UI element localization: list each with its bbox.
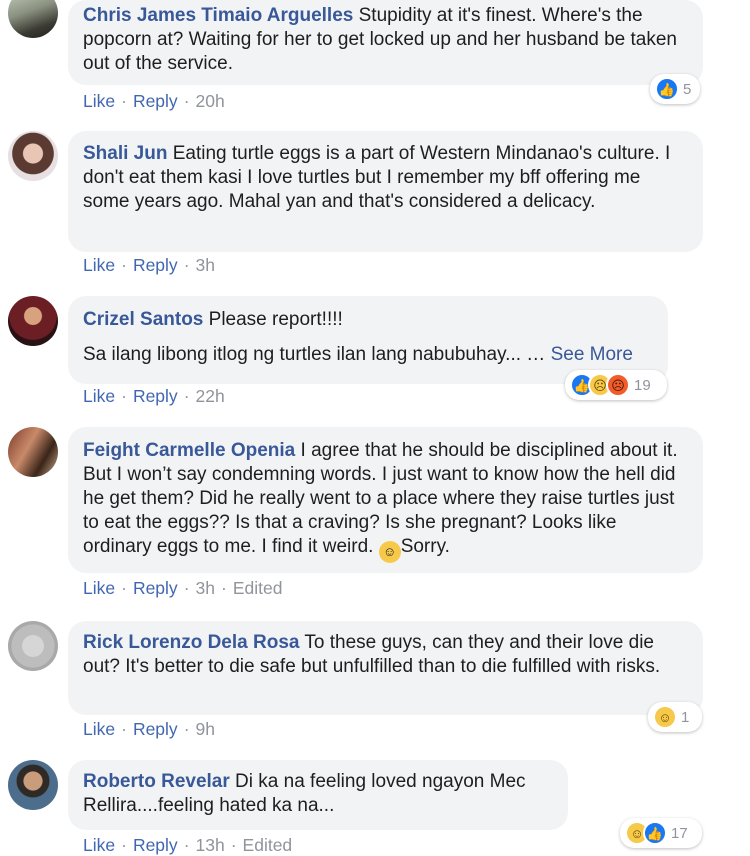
separator: · bbox=[121, 578, 127, 598]
comment-author[interactable]: Roberto Revelar bbox=[83, 771, 230, 792]
timestamp[interactable]: 13h bbox=[196, 835, 225, 855]
reaction-count: 5 bbox=[683, 80, 692, 98]
timestamp[interactable]: 22h bbox=[196, 386, 225, 406]
see-more-link[interactable]: See More bbox=[551, 344, 633, 365]
comment-bubble: Shali Jun Eating turtle eggs is a part o… bbox=[68, 131, 703, 252]
avatar[interactable] bbox=[8, 0, 58, 38]
comment-text: Eating turtle eggs is a part of Western … bbox=[83, 143, 671, 212]
comment-bubble: Chris James Timaio Arguelles Stupidity a… bbox=[68, 0, 703, 85]
separator: · bbox=[183, 386, 190, 406]
comment-text: Sa ilang libong itlog ng turtles ilan la… bbox=[83, 344, 546, 365]
comment-bubble: Rick Lorenzo Dela Rosa To these guys, ca… bbox=[68, 621, 703, 715]
comment-actions: Like · Reply · 20h bbox=[83, 91, 225, 112]
comment-author[interactable]: Crizel Santos bbox=[83, 309, 203, 330]
reactions-badge[interactable]: ☺ 👍 17 bbox=[620, 818, 702, 848]
separator: · bbox=[183, 91, 190, 111]
reply-button[interactable]: Reply bbox=[133, 719, 178, 739]
comment-author[interactable]: Feight Carmelle Openia bbox=[83, 440, 295, 461]
separator: · bbox=[121, 719, 127, 739]
reply-button[interactable]: Reply bbox=[133, 578, 178, 598]
like-button[interactable]: Like bbox=[83, 578, 115, 598]
screaming-face-icon: ☺ bbox=[378, 541, 401, 563]
avatar[interactable] bbox=[8, 296, 58, 346]
comment-author[interactable]: Shali Jun bbox=[83, 143, 167, 164]
reactions-badge[interactable]: ☺ 1 bbox=[648, 702, 702, 732]
reaction-count: 1 bbox=[681, 708, 690, 726]
reply-button[interactable]: Reply bbox=[133, 91, 178, 111]
timestamp[interactable]: 9h bbox=[196, 719, 215, 739]
separator: · bbox=[121, 255, 127, 275]
edited-label[interactable]: Edited bbox=[233, 578, 283, 598]
comment-actions: Like · Reply · 3h bbox=[83, 255, 215, 276]
reactions-badge[interactable]: 👍 ☹ ☹ 19 bbox=[565, 370, 667, 400]
like-button[interactable]: Like bbox=[83, 835, 115, 855]
like-button[interactable]: Like bbox=[83, 386, 115, 406]
comment-text-line: Sa ilang libong itlog ng turtles ilan la… bbox=[83, 343, 652, 367]
comment-bubble: Feight Carmelle Openia I agree that he s… bbox=[68, 427, 703, 573]
reaction-count: 19 bbox=[634, 376, 651, 394]
reply-button[interactable]: Reply bbox=[133, 255, 178, 275]
avatar[interactable] bbox=[8, 427, 58, 477]
avatar[interactable] bbox=[8, 621, 58, 671]
separator: · bbox=[121, 386, 127, 406]
avatar[interactable] bbox=[8, 131, 58, 181]
laughing-face-icon: ☺ bbox=[653, 705, 677, 729]
like-button[interactable]: Like bbox=[83, 91, 115, 111]
reply-button[interactable]: Reply bbox=[133, 386, 178, 406]
separator: · bbox=[121, 91, 127, 111]
separator: · bbox=[183, 719, 190, 739]
avatar[interactable] bbox=[8, 760, 58, 810]
comment-text: Sorry. bbox=[400, 536, 450, 557]
separator: · bbox=[230, 835, 237, 855]
separator: · bbox=[183, 578, 190, 598]
angry-face-icon: ☹ bbox=[606, 373, 630, 397]
comment-author[interactable]: Chris James Timaio Arguelles bbox=[83, 5, 353, 26]
timestamp[interactable]: 3h bbox=[196, 255, 215, 275]
reply-button[interactable]: Reply bbox=[133, 835, 178, 855]
timestamp[interactable]: 3h bbox=[196, 578, 215, 598]
reactions-badge[interactable]: 👍 5 bbox=[650, 74, 700, 104]
timestamp[interactable]: 20h bbox=[196, 91, 225, 111]
separator: · bbox=[121, 835, 127, 855]
thumbs-up-icon: 👍 bbox=[655, 77, 679, 101]
separator: · bbox=[183, 835, 190, 855]
comment-actions: Like · Reply · 3h · Edited bbox=[83, 578, 282, 599]
like-button[interactable]: Like bbox=[83, 719, 115, 739]
separator: · bbox=[183, 255, 190, 275]
comment-actions: Like · Reply · 13h · Edited bbox=[83, 835, 292, 856]
like-button[interactable]: Like bbox=[83, 255, 115, 275]
comment-text: Please report!!!! bbox=[203, 309, 343, 330]
comment-actions: Like · Reply · 9h bbox=[83, 719, 215, 740]
comment-author[interactable]: Rick Lorenzo Dela Rosa bbox=[83, 632, 299, 653]
edited-label[interactable]: Edited bbox=[243, 835, 293, 855]
reaction-count: 17 bbox=[671, 824, 688, 842]
thumbs-up-icon: 👍 bbox=[643, 821, 667, 845]
comment-actions: Like · Reply · 22h bbox=[83, 386, 225, 407]
comment-bubble: Roberto Revelar Di ka na feeling loved n… bbox=[68, 760, 568, 830]
separator: · bbox=[220, 578, 227, 598]
